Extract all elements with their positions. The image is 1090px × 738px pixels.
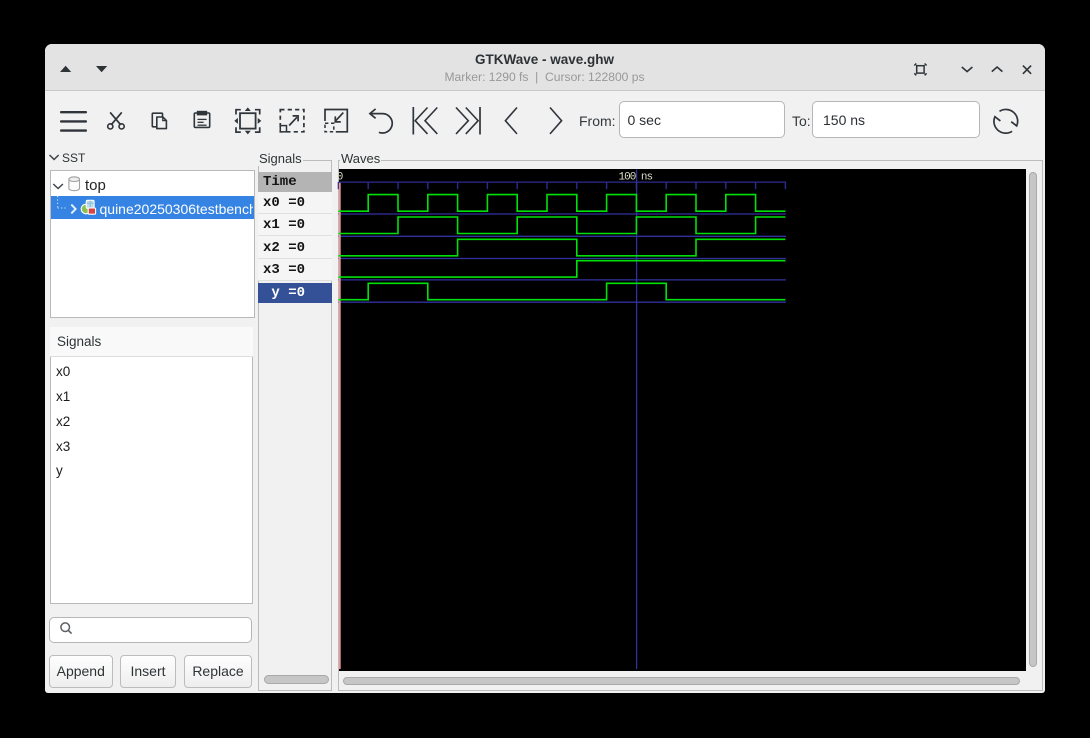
svg-text:0: 0	[337, 172, 343, 184]
svg-text:100 ns: 100 ns	[619, 172, 653, 184]
